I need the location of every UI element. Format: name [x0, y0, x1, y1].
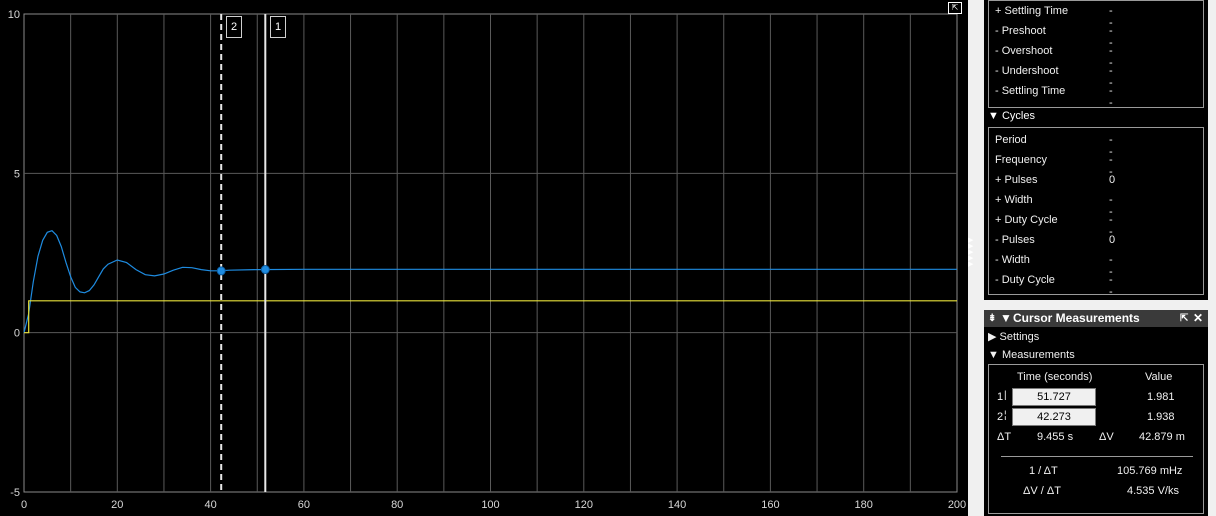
pin-icon[interactable]: ⇟ [988, 310, 996, 327]
dashed-cursor-icon: ¦ [1004, 410, 1007, 421]
cursor-2-value: 1.938 [1147, 411, 1175, 423]
delta-t-label: ΔT [997, 431, 1012, 443]
measurements-section-header[interactable]: ▼ Measurements [988, 349, 1075, 361]
delta-v-label: ΔV [1099, 431, 1114, 443]
inverse-delta-t-value: 105.769 mHz [1117, 465, 1183, 477]
stat-row: - Settling Time -- [995, 85, 1113, 109]
y-tick-label: -5 [10, 487, 20, 499]
value-column-header: Value [1145, 371, 1173, 383]
cursor-2-time-input[interactable]: 42.273 [1012, 408, 1096, 426]
y-tick-label: 5 [14, 168, 20, 180]
triangle-right-icon: ▶ [968, 261, 974, 268]
time-domain-plot[interactable]: 0 20 40 60 80 100 120 140 160 180 2001050-5 [0, 0, 968, 516]
time-column-header: Time (seconds) [1017, 371, 1093, 383]
triangle-down-icon[interactable]: ▼ [1000, 310, 1012, 327]
cursor-2-marker [216, 266, 226, 276]
y-tick-label: 10 [8, 9, 20, 21]
x-tick-label: 120 [575, 499, 593, 511]
scope-plot-area[interactable]: 0 20 40 60 80 100 120 140 160 180 200 10 5 0 -5 2 1 ⇱ [0, 0, 968, 516]
settings-section-header[interactable]: ▶ Settings [988, 330, 1039, 343]
stat-row: + Duty Cycle -- [995, 214, 1113, 238]
cursor-1-marker [260, 265, 270, 275]
panel-title: Cursor Measurements [1013, 311, 1140, 325]
cursor-measurements-titlebar[interactable]: ⇟ ▼ Cursor Measurements ⇱ ✕ [984, 310, 1208, 327]
x-tick-label: 140 [668, 499, 686, 511]
delta-v-value: 42.879 m [1139, 431, 1185, 443]
signal-statistics-panel: + Settling Time -- - Preshoot -- - Oversho… [984, 0, 1208, 300]
cursor-1-tag[interactable]: 1 [270, 16, 286, 38]
undock-icon[interactable]: ⇱ [948, 2, 962, 14]
stat-row: + Width -- [995, 194, 1113, 218]
x-tick-label: 20 [111, 499, 123, 511]
stat-row: - Preshoot -- [995, 25, 1113, 49]
panel-collapse-handle[interactable]: ▶ ▶ ▶ ▶ ▶ [968, 237, 978, 268]
x-tick-label: 100 [481, 499, 499, 511]
cycles-box: Period -- Frequency -- + Pulses 0 + Width --… [988, 127, 1204, 298]
cursor-measurements-panel: ⇟ ▼ Cursor Measurements ⇱ ✕ ▶ Settings ▼… [984, 310, 1208, 516]
x-tick-label: 180 [855, 499, 873, 511]
x-tick-label: 40 [204, 499, 216, 511]
x-tick-label: 160 [761, 499, 779, 511]
close-icon[interactable]: ✕ [1193, 310, 1203, 327]
dv-dt-label: ΔV / ΔT [1023, 485, 1061, 497]
delta-t-value: 9.455 s [1037, 431, 1074, 443]
cursor-1-label: 1 [997, 391, 1004, 403]
cycles-section-header[interactable]: ▼ Cycles [988, 110, 1035, 122]
x-tick-label: 0 [21, 499, 27, 511]
stat-row: - Width -- [995, 254, 1113, 278]
measurements-side-panel: + Settling Time -- - Preshoot -- - Oversho… [978, 0, 1216, 516]
stat-row: - Duty Cycle -- [995, 274, 1113, 298]
stat-row: - Undershoot -- [995, 65, 1113, 89]
cursor-2-label: 2 [997, 411, 1004, 423]
stat-row: + Pulses 0 [995, 174, 1116, 186]
inverse-delta-t-label: 1 / ΔT [1029, 465, 1058, 477]
cursor-1-value: 1.981 [1147, 391, 1175, 403]
cursor-measurements-table: Time (seconds) Value 1 | 51.727 1.981 2 … [988, 364, 1204, 514]
cursor-2-tag[interactable]: 2 [226, 16, 242, 38]
divider [1001, 456, 1193, 457]
y-tick-label: 0 [14, 328, 20, 340]
solid-cursor-icon: | [1004, 390, 1007, 401]
cursor-1-time-input[interactable]: 51.727 [1012, 388, 1096, 406]
x-tick-label: 60 [298, 499, 310, 511]
stat-row: Period -- [995, 134, 1113, 158]
stat-row: + Settling Time -- [995, 5, 1113, 29]
stat-row: - Pulses 0 [995, 234, 1116, 246]
stat-row: - Overshoot -- [995, 45, 1113, 69]
undock-icon[interactable]: ⇱ [1180, 310, 1188, 327]
x-tick-label: 200 [948, 499, 966, 511]
transitions-box: + Settling Time -- - Preshoot -- - Oversho… [988, 0, 1204, 109]
stat-row: Frequency -- [995, 154, 1113, 178]
x-tick-label: 80 [391, 499, 403, 511]
dv-dt-value: 4.535 V/ks [1127, 485, 1179, 497]
